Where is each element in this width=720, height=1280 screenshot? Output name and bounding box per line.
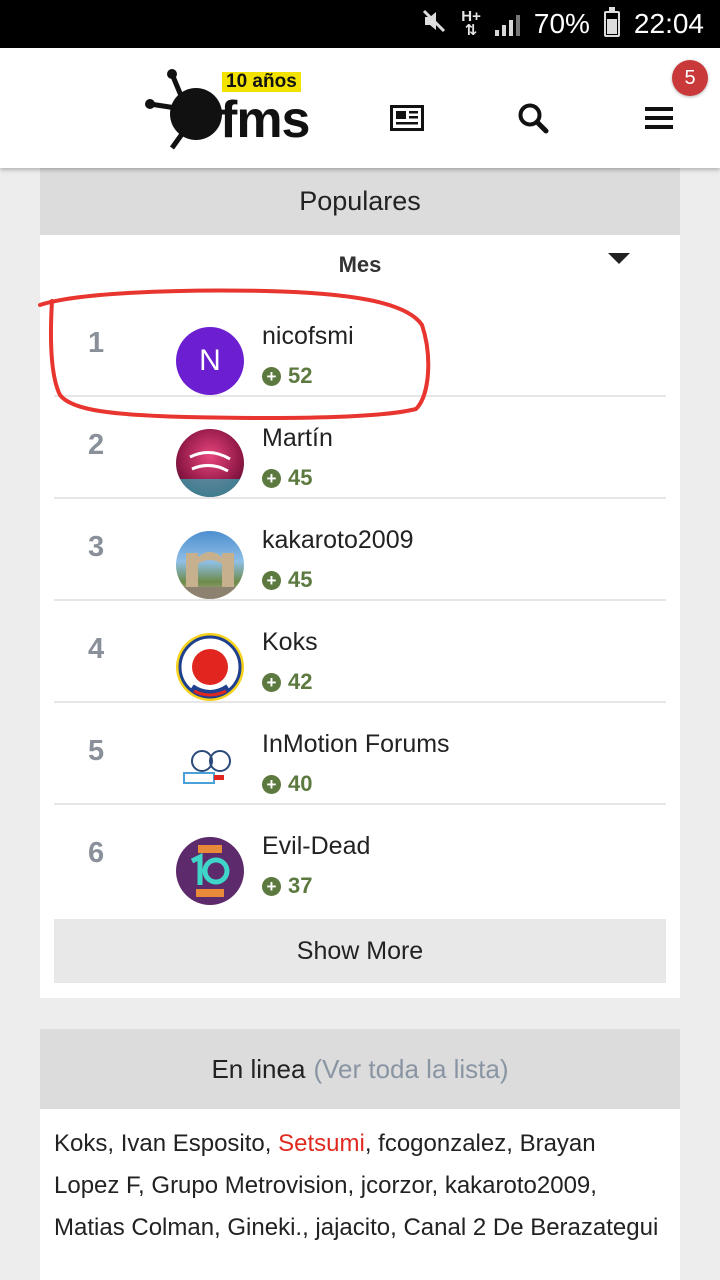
points-value: 42 xyxy=(288,669,313,694)
menu-icon[interactable] xyxy=(641,100,677,136)
notification-badge[interactable]: 5 xyxy=(672,60,708,96)
points-value: 45 xyxy=(288,567,313,592)
points-value: 52 xyxy=(288,363,313,388)
plus-circle-icon: + xyxy=(262,774,281,794)
ant-logo-icon xyxy=(145,69,222,150)
rank-number: 4 xyxy=(88,633,105,665)
list-item[interactable]: 5 InMotion Forums +40 xyxy=(54,703,666,805)
user-name[interactable]: kakaroto2009 xyxy=(262,526,414,555)
rank-number: 2 xyxy=(88,429,105,461)
fms-logo[interactable]: 10 años fms xyxy=(142,68,317,153)
avatar[interactable] xyxy=(176,735,244,803)
user-name[interactable]: Martín xyxy=(262,424,333,453)
clock: 22:04 xyxy=(633,8,704,39)
avatar[interactable] xyxy=(176,429,244,497)
chevron-down-icon[interactable] xyxy=(608,253,630,264)
online-header: En linea (Ver toda la lista) xyxy=(40,1029,680,1109)
list-item[interactable]: 2 Martín +45 xyxy=(54,397,666,499)
points-value: 40 xyxy=(288,771,313,796)
online-users-list: Koks, Ivan Esposito, Setsumi, fcogonzale… xyxy=(40,1109,680,1249)
online-users-before[interactable]: Koks, Ivan Esposito, xyxy=(54,1130,278,1157)
online-title: En linea xyxy=(211,1053,306,1084)
status-bar: H+ ⇅ 70% 22:04 xyxy=(0,0,720,48)
user-points: +42 xyxy=(262,669,312,695)
rank-number: 3 xyxy=(88,531,105,563)
plus-circle-icon: + xyxy=(262,672,281,692)
view-all-link[interactable]: (Ver toda la lista) xyxy=(313,1054,508,1085)
user-name[interactable]: Koks xyxy=(262,628,318,657)
list-item[interactable]: 6 Evil-Dead +37 xyxy=(54,805,666,907)
popular-users-list: 1 N nicofsmi +52 2 Martín +45 3 kakaroto… xyxy=(54,295,666,907)
points-value: 37 xyxy=(288,873,313,898)
avatar[interactable]: N xyxy=(176,327,244,395)
logo-badge: 10 años xyxy=(222,72,301,92)
search-icon[interactable] xyxy=(515,100,551,136)
news-icon[interactable] xyxy=(389,100,425,136)
network-type-label: H+ xyxy=(461,8,481,25)
user-points: +40 xyxy=(262,771,312,797)
period-filter-dropdown[interactable]: Mes xyxy=(40,235,680,295)
user-name[interactable]: nicofsmi xyxy=(262,322,354,351)
popular-card: Populares Mes 1 N nicofsmi +52 2 Martín … xyxy=(40,168,680,998)
user-points: +37 xyxy=(262,873,312,899)
show-more-button[interactable]: Show More xyxy=(54,919,666,983)
list-item[interactable]: 3 kakaroto2009 +45 xyxy=(54,499,666,601)
online-user-highlighted[interactable]: Setsumi xyxy=(278,1130,365,1157)
rank-number: 1 xyxy=(88,327,105,359)
avatar[interactable] xyxy=(176,633,244,701)
avatar-initial: N xyxy=(199,344,221,377)
logo-text: fms xyxy=(220,91,310,149)
battery-icon xyxy=(603,7,620,37)
mute-icon xyxy=(421,8,447,41)
user-name[interactable]: Evil-Dead xyxy=(262,832,370,861)
signal-icon xyxy=(494,12,520,36)
battery-percent: 70% xyxy=(533,8,590,39)
period-filter-label: Mes xyxy=(338,252,382,277)
plus-circle-icon: + xyxy=(262,570,281,590)
user-points: +52 xyxy=(262,363,312,389)
list-item[interactable]: 1 N nicofsmi +52 xyxy=(54,295,666,397)
avatar[interactable] xyxy=(176,837,244,905)
network-hplus-icon: H+ ⇅ xyxy=(461,8,481,39)
rank-number: 5 xyxy=(88,735,105,767)
plus-circle-icon: + xyxy=(262,876,281,896)
popular-title: Populares xyxy=(40,168,680,235)
avatar[interactable] xyxy=(176,531,244,599)
rank-number: 6 xyxy=(88,837,105,869)
user-name[interactable]: InMotion Forums xyxy=(262,730,450,759)
online-card: En linea (Ver toda la lista) Koks, Ivan … xyxy=(40,1029,680,1280)
app-header: 10 años fms xyxy=(0,48,720,168)
list-item[interactable]: 4 Koks +42 xyxy=(54,601,666,703)
user-points: +45 xyxy=(262,567,312,593)
plus-circle-icon: + xyxy=(262,468,281,488)
points-value: 45 xyxy=(288,465,313,490)
plus-circle-icon: + xyxy=(262,366,281,386)
user-points: +45 xyxy=(262,465,312,491)
